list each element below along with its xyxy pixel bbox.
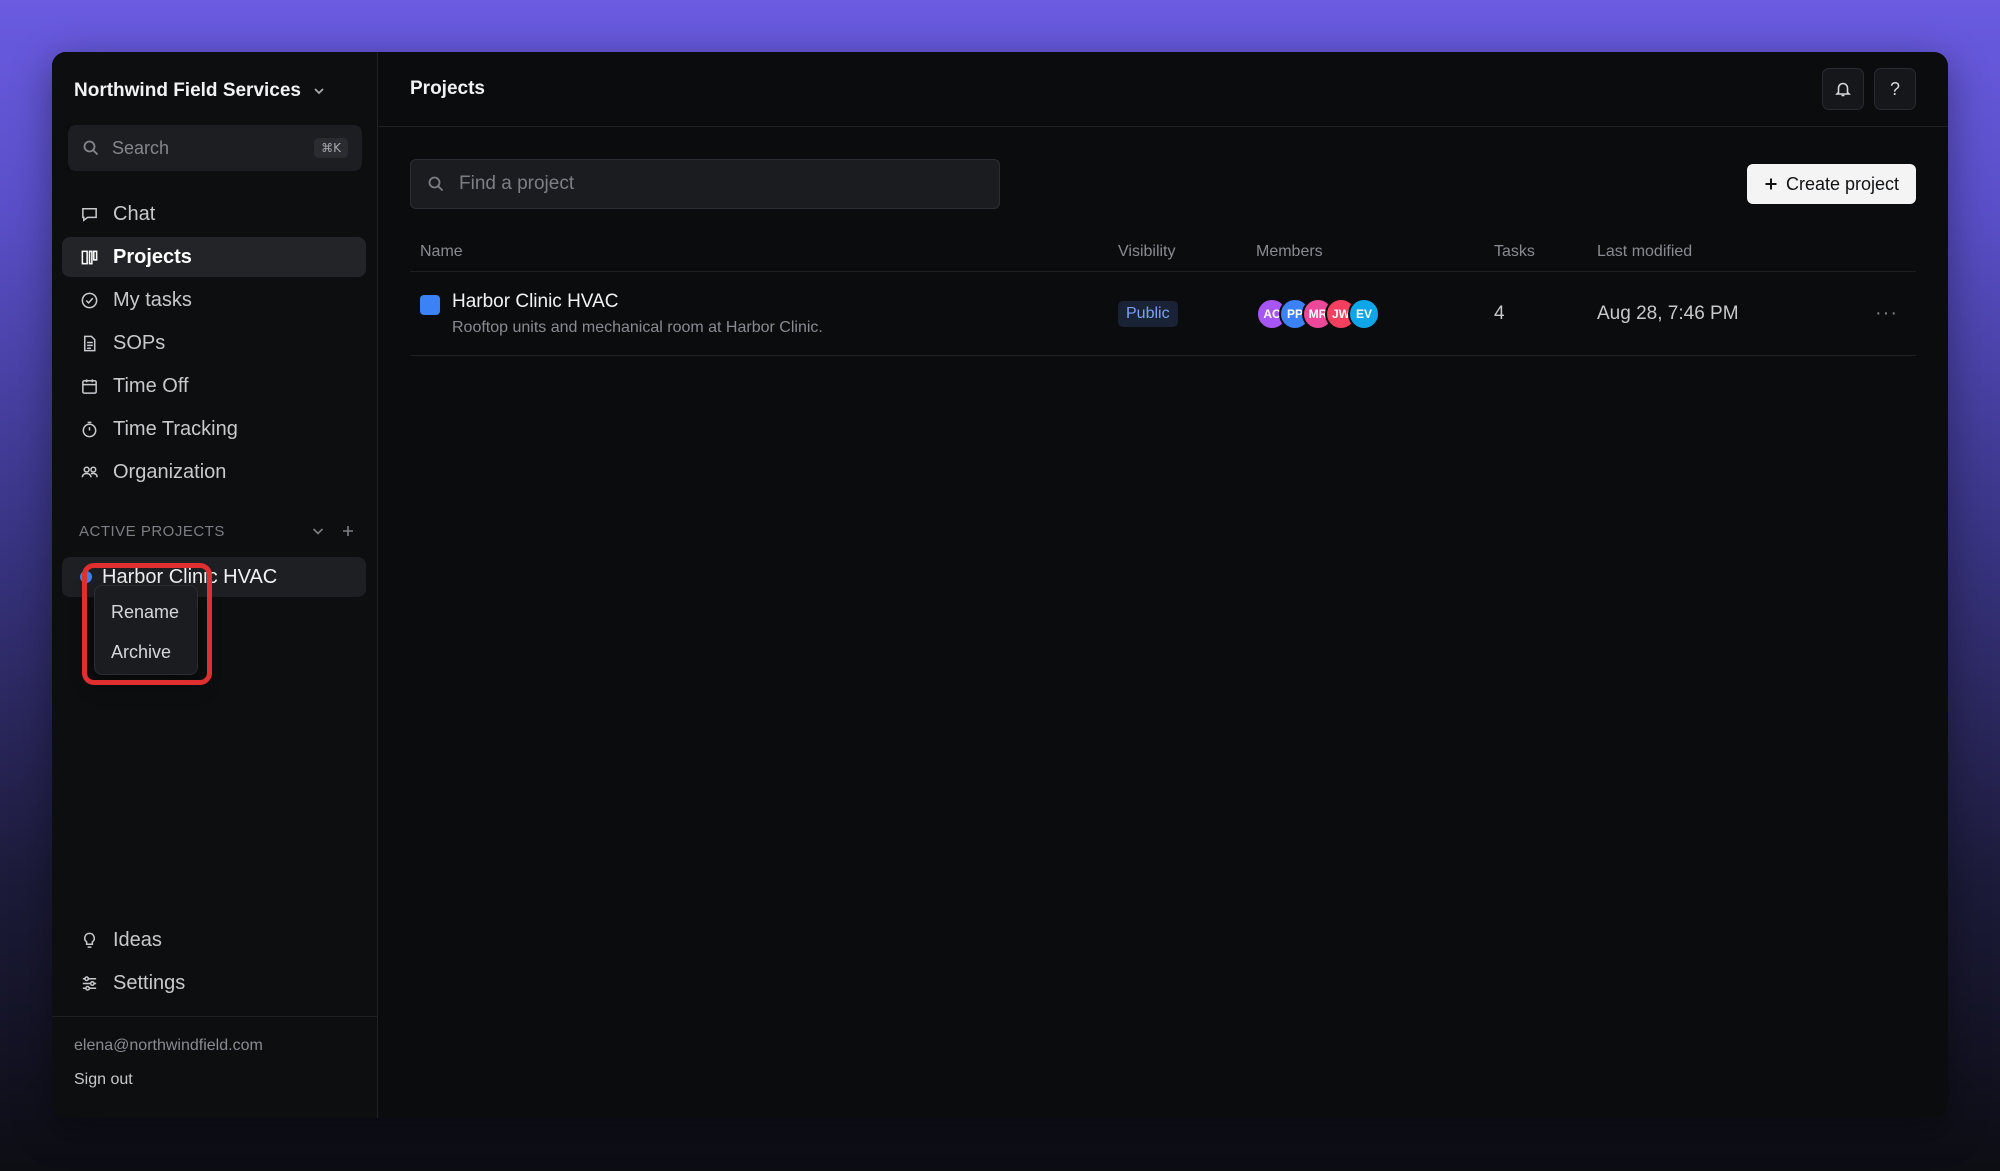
column-header-visibility[interactable]: Visibility (1118, 243, 1256, 261)
workspace-name: Northwind Field Services (74, 80, 301, 101)
sidebar-nav: Chat Projects My tasks SOPs Time Off Tim… (62, 194, 366, 495)
more-options-icon[interactable]: ··· (1867, 302, 1916, 325)
sidebar-item-time-tracking[interactable]: Time Tracking (62, 409, 366, 449)
search-icon (83, 140, 99, 156)
sidebar-item-settings[interactable]: Settings (62, 963, 366, 1003)
project-description: Rooftop units and mechanical room at Har… (452, 318, 823, 336)
visibility-cell: Public (1118, 300, 1256, 327)
sidebar-item-chat[interactable]: Chat (62, 194, 366, 234)
bell-icon (1835, 82, 1851, 97)
sidebar-item-label: Time Tracking (113, 417, 238, 440)
page-title: Projects (410, 78, 485, 99)
sidebar-item-label: SOPs (113, 331, 166, 354)
app-window: Northwind Field Services Search ⌘K Chat … (52, 52, 1948, 1118)
sidebar-item-label: Time Off (113, 374, 189, 397)
sidebar-item-my-tasks[interactable]: My tasks (62, 280, 366, 320)
last-modified: Aug 28, 7:46 PM (1597, 302, 1739, 324)
sidebar-search[interactable]: Search ⌘K (68, 125, 362, 171)
projects-table: Name Visibility Members Tasks Last modif… (410, 232, 1916, 356)
sidebar-item-label: Projects (113, 245, 192, 268)
sidebar-item-organization[interactable]: Organization (62, 452, 366, 492)
archive-menu-item[interactable]: Archive (95, 632, 197, 672)
sliders-icon (82, 975, 97, 991)
project-color-dot (80, 571, 92, 583)
column-header-members[interactable]: Members (1256, 243, 1494, 261)
sidebar-item-time-off[interactable]: Time Off (62, 366, 366, 406)
project-name-cell: Harbor Clinic HVAC Rooftop units and mec… (410, 291, 1118, 337)
people-icon (81, 466, 98, 477)
user-email: elena@northwindfield.com (74, 1037, 263, 1054)
column-header-last-modified[interactable]: Last modified (1597, 243, 1867, 261)
sidebar-item-label: Chat (113, 202, 156, 225)
column-header-name[interactable]: Name (410, 243, 1118, 261)
sidebar-item-ideas[interactable]: Ideas (62, 920, 366, 960)
sign-out-link[interactable]: Sign out (74, 1071, 356, 1089)
sidebar: Northwind Field Services Search ⌘K Chat … (52, 52, 378, 1118)
sidebar-bottom-nav: Ideas Settings (62, 920, 366, 1006)
chat-icon (82, 207, 97, 222)
project-name[interactable]: Harbor Clinic HVAC (452, 291, 823, 313)
document-icon (83, 335, 96, 351)
table-header: Name Visibility Members Tasks Last modif… (410, 232, 1916, 272)
calendar-icon (82, 378, 97, 394)
sidebar-item-label: Ideas (113, 928, 162, 951)
sidebar-item-label: My tasks (113, 288, 192, 311)
workspace-switcher[interactable]: Northwind Field Services (74, 80, 327, 102)
projects-icon (81, 250, 98, 264)
members-cell: AC PP MR JW EV (1256, 297, 1494, 330)
sidebar-item-projects[interactable]: Projects (62, 237, 366, 277)
help-button[interactable]: ? (1874, 68, 1916, 110)
notifications-button[interactable] (1822, 68, 1864, 110)
sidebar-item-sops[interactable]: SOPs (62, 323, 366, 363)
project-context-menu: Rename Archive (94, 585, 198, 675)
lightbulb-icon (84, 932, 95, 948)
sidebar-item-label: Organization (113, 460, 227, 483)
chevron-down-icon[interactable] (309, 522, 327, 540)
plus-icon[interactable] (339, 522, 357, 540)
shortcut-badge: ⌘K (314, 138, 348, 158)
stopwatch-icon (82, 421, 97, 437)
table-row[interactable]: Harbor Clinic HVAC Rooftop units and mec… (410, 272, 1916, 356)
create-project-label: Create project (1785, 173, 1900, 194)
avatar: EV (1348, 297, 1380, 330)
top-bar: Projects ? (378, 52, 1948, 127)
search-label: Search (112, 137, 170, 158)
find-project-input[interactable]: Find a project (410, 159, 1000, 209)
main-content: Projects ? Find a project Create project… (378, 52, 1948, 1118)
tasks-count: 4 (1494, 302, 1505, 324)
rename-menu-item[interactable]: Rename (95, 592, 197, 632)
find-placeholder: Find a project (459, 173, 575, 194)
sidebar-item-label: Settings (113, 971, 186, 994)
plus-icon (1765, 178, 1777, 190)
chevron-down-icon (314, 88, 324, 95)
create-project-button[interactable]: Create project (1747, 164, 1916, 204)
member-avatars[interactable]: AC PP MR JW EV (1256, 297, 1494, 330)
search-icon (428, 176, 444, 192)
check-circle-icon (81, 292, 98, 308)
column-header-tasks[interactable]: Tasks (1494, 243, 1597, 261)
visibility-badge: Public (1118, 300, 1178, 327)
active-projects-header: ACTIVE PROJECTS (79, 522, 357, 540)
project-color-square (420, 294, 440, 315)
section-title: ACTIVE PROJECTS (79, 522, 225, 540)
sidebar-footer: elena@northwindfield.com Sign out (52, 1016, 378, 1109)
